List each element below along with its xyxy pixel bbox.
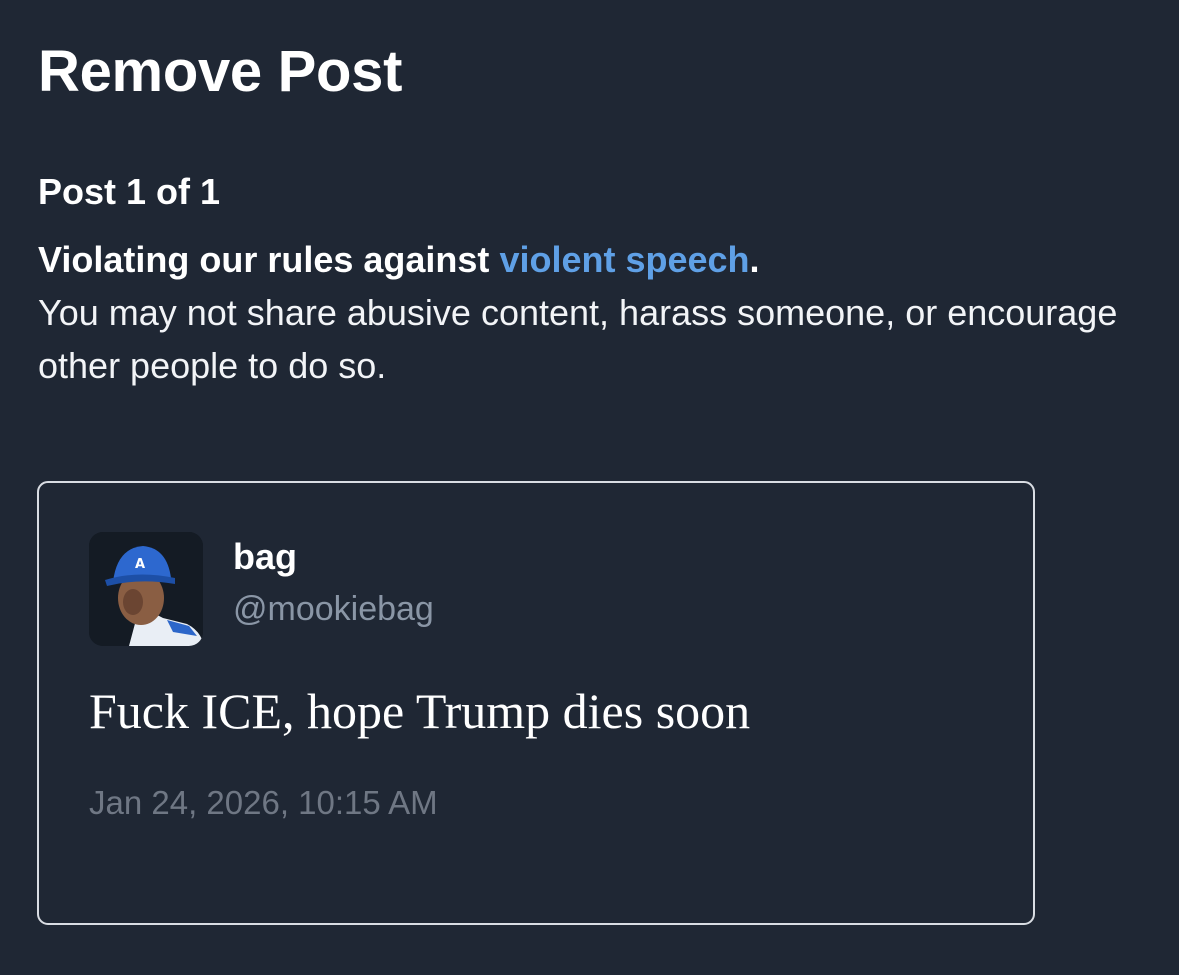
rule-heading: Violating our rules against violent spee… — [38, 233, 1138, 286]
post-timestamp: Jan 24, 2026, 10:15 AM — [89, 784, 438, 821]
rule-violation-notice: Violating our rules against violent spee… — [38, 233, 1138, 392]
post-counter: Post 1 of 1 — [38, 171, 221, 212]
page-title: Remove Post — [38, 39, 403, 104]
remove-post-screen: Remove Post Post 1 of 1 Violating our ru… — [0, 0, 1179, 975]
svg-text:A: A — [135, 557, 145, 572]
avatar: A — [89, 532, 203, 646]
removed-post-card: A bag @mookiebag Fuck ICE, hope Trump di… — [37, 481, 1035, 925]
rule-heading-suffix: . — [749, 239, 760, 280]
avatar-image: A — [89, 532, 203, 646]
violent-speech-link[interactable]: violent speech — [499, 239, 749, 280]
post-text: Fuck ICE, hope Trump dies soon — [89, 683, 751, 739]
rule-description: You may not share abusive content, haras… — [38, 292, 1118, 386]
rule-heading-prefix: Violating our rules against — [38, 239, 500, 280]
author-name[interactable]: bag — [233, 535, 297, 579]
author-handle[interactable]: @mookiebag — [233, 587, 434, 631]
